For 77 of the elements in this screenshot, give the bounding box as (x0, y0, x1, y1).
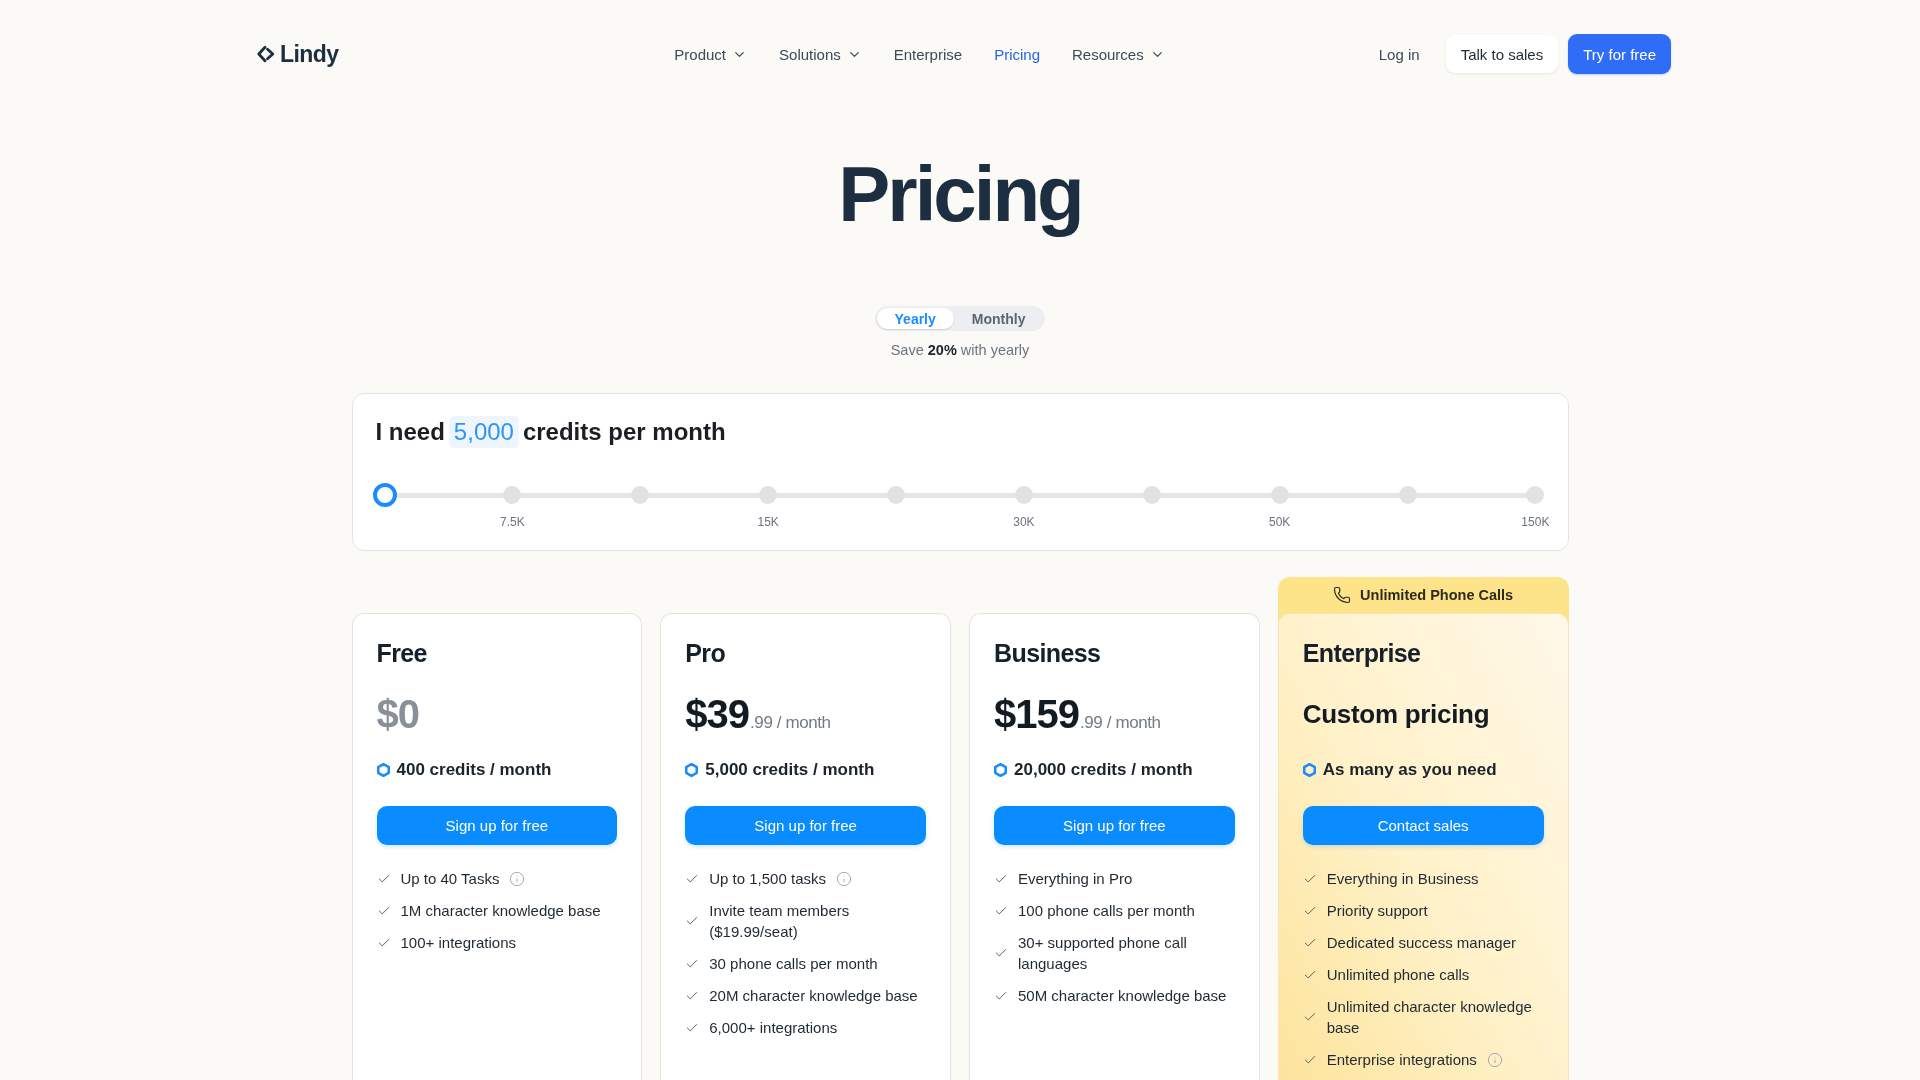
nav-link[interactable]: Resources (1072, 45, 1165, 63)
hexagon-icon (685, 763, 699, 777)
nav-link[interactable]: Pricing (994, 45, 1040, 63)
page-title: Pricing (838, 149, 1082, 240)
feature-text: Unlimited character knowledge base (1326, 997, 1533, 1038)
feature-text: Up to 1,500 tasks (709, 869, 826, 889)
feature-text: Everything in Business (1326, 869, 1479, 889)
login-link[interactable]: Log in (1378, 45, 1420, 63)
slider-stop[interactable] (1398, 486, 1417, 504)
slider-tick-label: 50K (1268, 514, 1291, 530)
info-icon[interactable] (1486, 1051, 1503, 1068)
plan-name: Enterprise (1302, 638, 1422, 669)
plan-name: Business (994, 638, 1102, 669)
feature-text: Everything in Pro (1018, 869, 1133, 889)
plan-credits: 400 credits / month (396, 759, 552, 781)
phone-icon (1333, 586, 1352, 604)
nav-link[interactable]: Enterprise (893, 45, 963, 63)
check-icon (994, 946, 1008, 960)
home-logo-link[interactable]: Lindy (257, 40, 339, 68)
secondary-button[interactable]: Talk to sales (1445, 35, 1559, 73)
check-icon (1302, 1010, 1317, 1024)
billing-option[interactable]: Yearly (876, 308, 954, 329)
plan-name: Free (376, 638, 428, 669)
hexagon-icon (994, 763, 1007, 777)
slider-stop[interactable] (503, 486, 522, 504)
plan-button[interactable]: Contact sales (1302, 806, 1544, 845)
nav-link[interactable]: Product (674, 45, 748, 63)
banner-label: Unlimited Phone Calls (1360, 586, 1514, 604)
feature-text: Up to 40 Tasks (400, 869, 500, 889)
feature-text: Dedicated success manager (1326, 933, 1516, 953)
info-icon[interactable] (509, 870, 526, 887)
slider-stop[interactable] (759, 486, 778, 504)
info-icon[interactable] (836, 870, 852, 887)
slider-thumb[interactable] (372, 483, 397, 507)
plan-name: Pro (685, 638, 727, 669)
slider-stop[interactable] (1014, 486, 1033, 504)
plan-price: $39.99 / month (685, 691, 832, 738)
slider-tick-label: 15K (757, 514, 779, 530)
feature-text: 20M character knowledge base (709, 986, 918, 1006)
slider-tick-label: 30K (1013, 514, 1035, 530)
feature-text: 6,000+ integrations (709, 1018, 838, 1038)
diamond-logo-icon (257, 45, 275, 63)
feature-text: 30+ supported phone call languages (1018, 933, 1188, 974)
feature-text: 100+ integrations (400, 933, 516, 953)
primary-button[interactable]: Try for free (1568, 34, 1671, 74)
slider-tick-label: 150K (1521, 514, 1550, 530)
feature-text: 30 phone calls per month (709, 954, 878, 974)
feature-text: 100 phone calls per month (1018, 901, 1195, 921)
plan-price: $159.99 / month (994, 691, 1162, 738)
slider-stop[interactable] (1142, 486, 1161, 504)
slider-stop[interactable] (887, 486, 905, 504)
plan-credits: 20,000 credits / month (1014, 759, 1193, 781)
slider-stop[interactable] (631, 486, 650, 504)
hexagon-icon (1302, 763, 1316, 777)
credits-heading: I need 5,000 credits per month (375, 416, 1545, 448)
plan-credits: As many as you need (1322, 759, 1497, 781)
plan-button[interactable]: Sign up for free (685, 806, 926, 845)
check-icon (685, 914, 700, 928)
feature-text: Enterprise integrations (1326, 1050, 1477, 1070)
slider-stop[interactable] (1270, 486, 1289, 504)
slider-tick-label: 7.5K (500, 514, 525, 530)
billing-option[interactable]: Monthly (953, 308, 1044, 329)
plan-price: $0 (376, 691, 420, 738)
feature-text: Priority support (1326, 901, 1428, 921)
slider-stop[interactable] (1526, 486, 1545, 504)
feature-text: 1M character knowledge base (400, 901, 601, 921)
plan-button[interactable]: Sign up for free (376, 806, 618, 845)
feature-text: 50M character knowledge base (1018, 986, 1227, 1006)
nav-link[interactable]: Solutions (779, 45, 862, 63)
feature-text: Unlimited phone calls (1326, 965, 1470, 985)
plan-price: Custom pricing (1302, 698, 1491, 731)
savings-note: Save 20% with yearly (890, 341, 1030, 360)
plan-button[interactable]: Sign up for free (994, 806, 1235, 845)
hexagon-icon (376, 763, 390, 777)
plan-credits: 5,000 credits / month (705, 759, 875, 781)
feature-text: Invite team members ($19.99/seat) (709, 901, 851, 942)
slider-track[interactable] (375, 483, 1545, 507)
